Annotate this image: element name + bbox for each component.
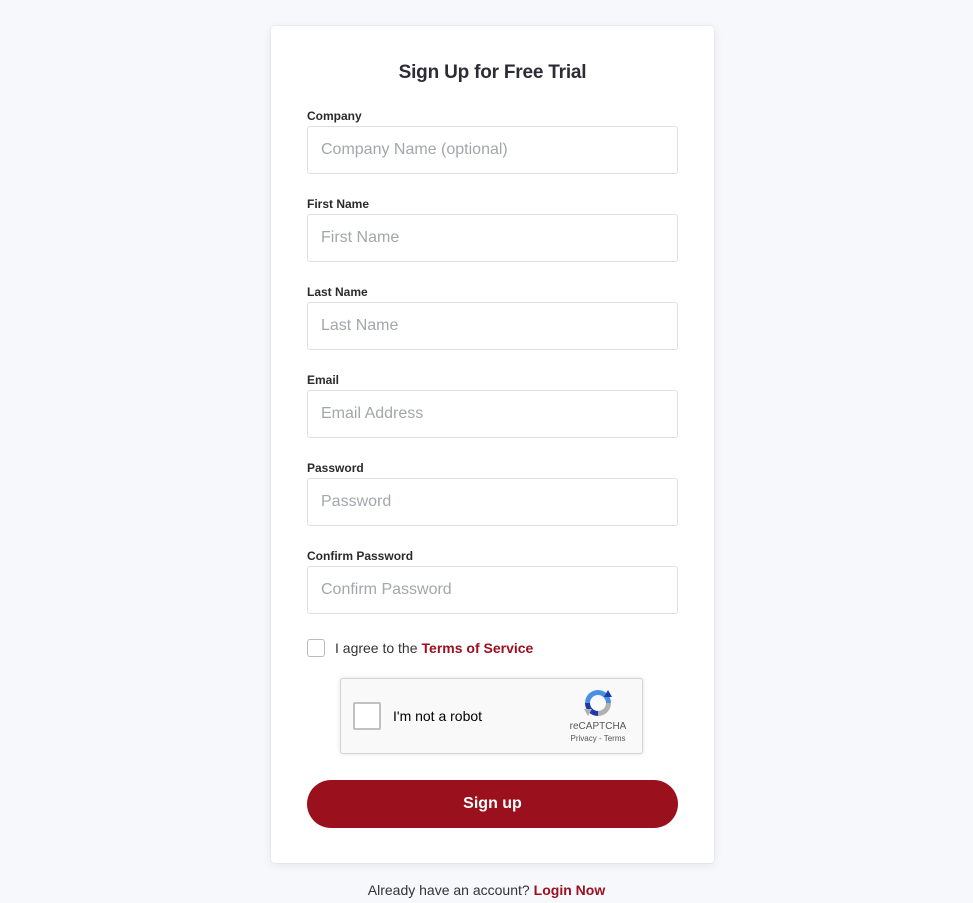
terms-of-service-link[interactable]: Terms of Service — [422, 640, 534, 656]
first-name-label: First Name — [307, 197, 370, 211]
sign-up-button[interactable]: Sign up — [307, 780, 678, 828]
first-name-input[interactable] — [307, 214, 678, 262]
page-title: Sign Up for Free Trial — [398, 62, 587, 83]
confirm-password-input[interactable] — [307, 566, 678, 614]
signup-card: Sign Up for Free Trial Company First Nam… — [271, 26, 714, 863]
terms-checkbox[interactable] — [307, 639, 325, 657]
last-name-input[interactable] — [307, 302, 678, 350]
password-label: Password — [307, 461, 364, 475]
recaptcha-branding: reCAPTCHA Privacy - Terms — [566, 687, 630, 743]
recaptcha-widget: I'm not a robot reCAPTCHA Privacy - Term… — [340, 678, 643, 754]
company-input[interactable] — [307, 126, 678, 174]
login-prompt: Already have an account? Login Now — [0, 882, 973, 898]
login-prompt-text: Already have an account? — [367, 882, 530, 898]
recaptcha-brand: reCAPTCHA — [569, 721, 627, 732]
recaptcha-logo-icon — [584, 690, 612, 716]
confirm-password-label: Confirm Password — [307, 549, 414, 563]
email-label: Email — [307, 373, 340, 387]
login-now-link[interactable]: Login Now — [534, 882, 606, 898]
recaptcha-checkbox[interactable] — [353, 702, 381, 730]
recaptcha-label: I'm not a robot — [393, 708, 483, 724]
company-label: Company — [307, 109, 362, 123]
last-name-label: Last Name — [307, 285, 368, 299]
recaptcha-links[interactable]: Privacy - Terms — [566, 734, 630, 743]
email-input[interactable] — [307, 390, 678, 438]
terms-agreement: I agree to the Terms of Service — [307, 638, 533, 658]
password-input[interactable] — [307, 478, 678, 526]
terms-text: I agree to the — [335, 640, 418, 656]
